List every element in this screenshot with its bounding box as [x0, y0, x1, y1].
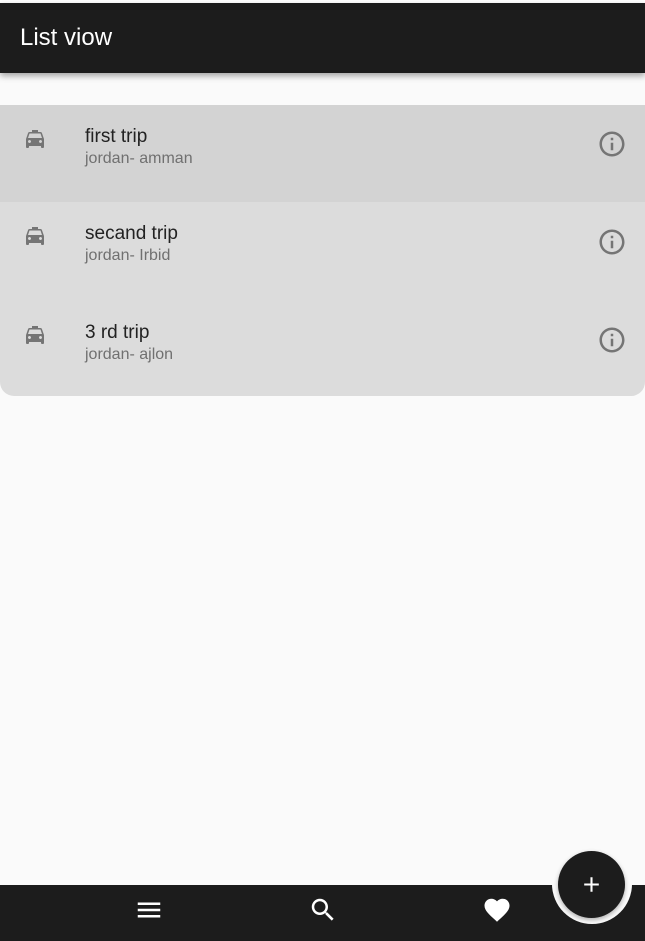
app-bar: List viow: [0, 3, 645, 73]
menu-icon[interactable]: [134, 895, 164, 925]
trip-list: first trip jordan- amman secand trip jor…: [0, 105, 645, 396]
list-item[interactable]: secand trip jordan- Irbid: [0, 202, 645, 299]
item-subtitle: jordan- amman: [85, 150, 193, 167]
item-subtitle: jordan- Irbid: [85, 247, 171, 264]
list-item[interactable]: 3 rd trip jordan- ajlon: [0, 299, 645, 396]
info-icon[interactable]: [597, 325, 627, 355]
item-title: 3 rd trip: [85, 322, 150, 343]
taxi-icon: [26, 130, 44, 148]
taxi-icon: [26, 326, 44, 344]
list-item[interactable]: first trip jordan- amman: [0, 105, 645, 202]
taxi-icon: [26, 227, 44, 245]
item-title: secand trip: [85, 223, 178, 244]
info-icon[interactable]: [597, 129, 627, 159]
add-button[interactable]: [558, 851, 625, 918]
page-title: List viow: [20, 24, 113, 51]
item-subtitle: jordan- ajlon: [85, 346, 174, 363]
heart-icon[interactable]: [482, 895, 512, 925]
plus-icon: [584, 877, 599, 892]
item-title: first trip: [85, 126, 148, 147]
info-icon[interactable]: [597, 227, 627, 257]
search-icon[interactable]: [308, 895, 338, 925]
